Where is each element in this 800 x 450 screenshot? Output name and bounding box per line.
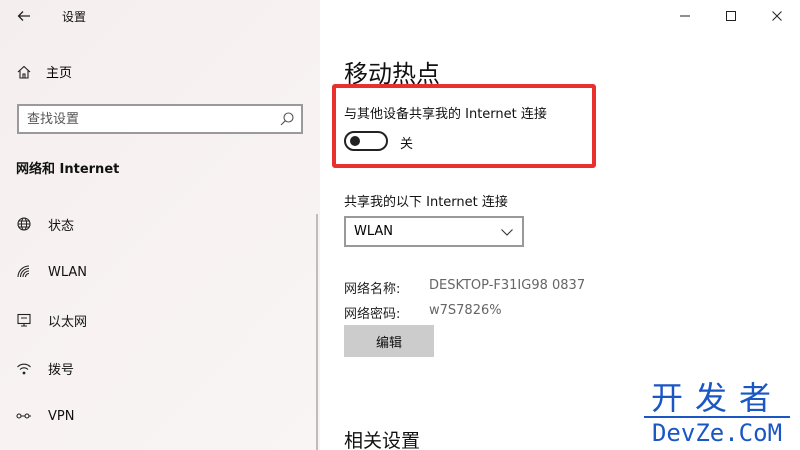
dropdown-value: WLAN (354, 224, 394, 239)
window-controls (662, 0, 800, 32)
globe-icon (17, 217, 31, 231)
network-name-label: 网络名称: (344, 282, 401, 297)
watermark-bottom-text: DevZe.CoM (651, 419, 783, 447)
network-name-row: 网络名称: DESKTOP-F31IG98 0837 (344, 278, 585, 297)
dialup-icon (17, 363, 31, 375)
sidebar-item-vpn[interactable]: VPN (0, 392, 320, 440)
settings-sidebar: 设置 主页 网络和 Internet 状态 WLAN 以太网 拨号 VPN (0, 0, 320, 450)
search-box[interactable] (17, 104, 303, 134)
sidebar-nav: 状态 WLAN 以太网 拨号 VPN (0, 200, 320, 440)
app-title: 设置 (62, 10, 87, 24)
sidebar-item-wlan[interactable]: WLAN (0, 248, 320, 296)
watermark-top-text: 开发者 (650, 379, 783, 417)
close-icon (772, 11, 782, 21)
sidebar-item-status[interactable]: 状态 (0, 200, 320, 248)
minimize-button[interactable] (662, 0, 708, 32)
network-password-value: w7S7826% (429, 303, 502, 318)
watermark-logo: 开发者 DevZe.CoM (642, 380, 792, 448)
connection-dropdown[interactable]: WLAN (344, 216, 524, 247)
related-settings-title: 相关设置 (344, 430, 421, 450)
toggle-knob (350, 136, 360, 146)
ethernet-icon (17, 313, 31, 327)
network-password-row: 网络密码: w7S7826% (344, 303, 502, 322)
share-from-label: 共享我的以下 Internet 连接 (344, 195, 508, 210)
home-label: 主页 (46, 66, 73, 81)
share-connection-label: 与其他设备共享我的 Internet 连接 (344, 107, 547, 122)
back-button[interactable] (10, 4, 38, 28)
minimize-icon (680, 15, 690, 17)
search-input[interactable] (19, 106, 259, 132)
sidebar-item-label: 以太网 (48, 314, 88, 330)
wifi-icon (17, 265, 30, 278)
section-title: 网络和 Internet (16, 162, 120, 177)
back-arrow-icon (17, 11, 30, 21)
maximize-icon (726, 11, 736, 21)
sidebar-item-label: WLAN (48, 264, 88, 280)
home-icon (17, 65, 31, 79)
edit-button[interactable]: 编辑 (344, 325, 434, 357)
sidebar-scrollbar[interactable] (316, 214, 318, 450)
toggle-state-label: 关 (400, 137, 414, 152)
sidebar-item-ethernet[interactable]: 以太网 (0, 296, 320, 344)
hotspot-toggle[interactable] (344, 131, 388, 151)
maximize-button[interactable] (708, 0, 754, 32)
sidebar-item-label: 拨号 (48, 362, 75, 378)
sidebar-item-label: VPN (48, 408, 75, 424)
highlight-box (332, 84, 596, 168)
close-button[interactable] (754, 0, 800, 32)
sidebar-item-dialup[interactable]: 拨号 (0, 344, 320, 392)
search-icon[interactable] (279, 111, 295, 127)
sidebar-item-home[interactable]: 主页 (16, 62, 72, 81)
sidebar-item-label: 状态 (48, 218, 75, 234)
network-name-value: DESKTOP-F31IG98 0837 (429, 278, 586, 293)
network-password-label: 网络密码: (344, 307, 401, 322)
title-bar-left: 设置 (0, 0, 320, 32)
chevron-down-icon (501, 229, 513, 236)
vpn-icon (16, 413, 31, 419)
